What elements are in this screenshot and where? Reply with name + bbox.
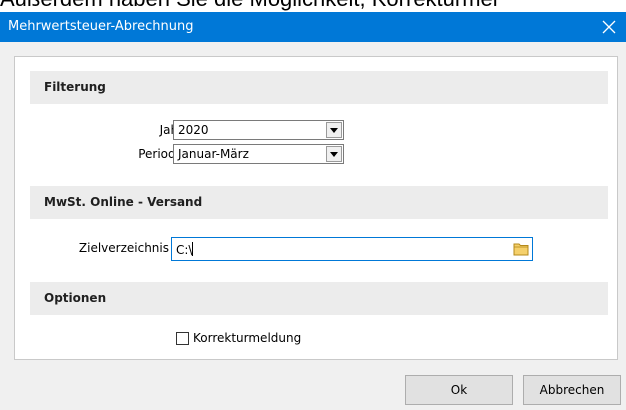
section-header-optionen: Optionen (30, 282, 608, 315)
dialog-client-area: Filterung Jahr 2020 Periode Januar-März … (0, 42, 626, 410)
jahr-value: 2020 (178, 123, 209, 137)
section-header-filterung: Filterung (30, 71, 608, 104)
cancel-button[interactable]: Abbrechen (523, 375, 621, 405)
folder-icon (513, 243, 529, 256)
jahr-label: Jahr (159, 123, 183, 137)
zielverzeichnis-label: Zielverzeichnis (78, 241, 169, 255)
jahr-dropdown-arrow[interactable] (326, 122, 342, 138)
background-document-text: Außerdem haben Sie die Möglichkeit, Korr… (0, 0, 498, 12)
window-title: Mehrwertsteuer-Abrechnung (8, 19, 194, 34)
chevron-down-icon (330, 151, 338, 157)
browse-folder-button[interactable] (512, 240, 530, 258)
periode-label: Periode (138, 147, 183, 161)
periode-dropdown-arrow[interactable] (326, 146, 342, 162)
settings-panel: Filterung Jahr 2020 Periode Januar-März … (14, 56, 618, 360)
chevron-down-icon (330, 127, 338, 133)
zielverzeichnis-input[interactable]: C:\ (171, 237, 533, 261)
periode-dropdown[interactable]: Januar-März (173, 144, 344, 164)
window-titlebar: Mehrwertsteuer-Abrechnung (0, 12, 626, 42)
korrekturmeldung-checkbox[interactable] (176, 332, 189, 345)
close-button[interactable] (592, 12, 626, 42)
zielverzeichnis-value: C:\ (176, 242, 194, 257)
ok-button[interactable]: Ok (405, 375, 513, 405)
close-icon (602, 20, 616, 34)
jahr-dropdown[interactable]: 2020 (173, 120, 344, 140)
section-header-mwst-online: MwSt. Online - Versand (30, 186, 608, 219)
korrekturmeldung-label[interactable]: Korrekturmeldung (193, 331, 301, 345)
periode-value: Januar-März (178, 147, 249, 161)
